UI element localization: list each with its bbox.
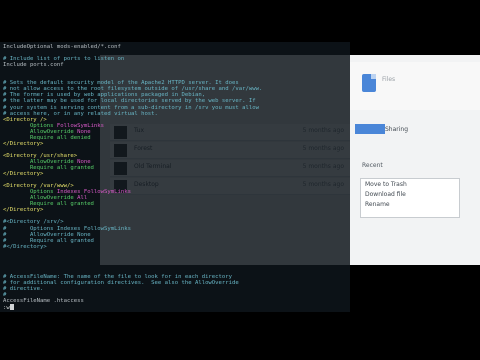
terminal-line: </Directory> bbox=[3, 207, 43, 214]
terminal-text: # directive. bbox=[3, 286, 44, 292]
terminal-line: # directive. bbox=[3, 286, 43, 293]
header-label: Files bbox=[382, 76, 396, 83]
menu-item-rename[interactable]: Rename bbox=[361, 199, 459, 209]
terminal-text: :w bbox=[3, 305, 10, 312]
terminal-line: :w bbox=[3, 304, 14, 311]
share-button[interactable] bbox=[355, 124, 385, 134]
terminal-line: </Directory> bbox=[3, 171, 43, 178]
terminal-text: </Directory> bbox=[3, 171, 44, 178]
terminal-text: Include ports.conf bbox=[3, 62, 64, 69]
terminal-text: IncludeOptional mods-enabled/*.conf bbox=[3, 44, 121, 50]
menu-item-download[interactable]: Download file bbox=[361, 189, 459, 199]
terminal-window[interactable]: IncludeOptional mods-enabled/*.conf # Inc… bbox=[0, 42, 350, 312]
terminal-text: AccessFileName .htaccess bbox=[3, 298, 84, 305]
terminal-text: </Directory> bbox=[3, 140, 44, 147]
section-title: Recent bbox=[362, 162, 383, 169]
sharing-link[interactable]: Sharing bbox=[385, 126, 408, 133]
terminal-line: AccessFileName .htaccess bbox=[3, 298, 84, 305]
text-cursor bbox=[9, 304, 14, 311]
terminal-text: </Directory> bbox=[3, 207, 44, 214]
terminal-line: Include ports.conf bbox=[3, 62, 64, 69]
terminal-text: #</Directory> bbox=[3, 243, 47, 250]
document-icon bbox=[362, 74, 376, 92]
letterbox-top bbox=[0, 0, 480, 33]
menu-item-trash[interactable]: Move to Trash bbox=[361, 179, 459, 189]
letterbox-bottom bbox=[0, 321, 480, 360]
terminal-line: </Directory> bbox=[3, 141, 43, 148]
terminal-line: IncludeOptional mods-enabled/*.conf bbox=[3, 44, 121, 51]
terminal-line: #</Directory> bbox=[3, 244, 47, 251]
context-menu: Move to Trash Download file Rename bbox=[360, 178, 460, 218]
